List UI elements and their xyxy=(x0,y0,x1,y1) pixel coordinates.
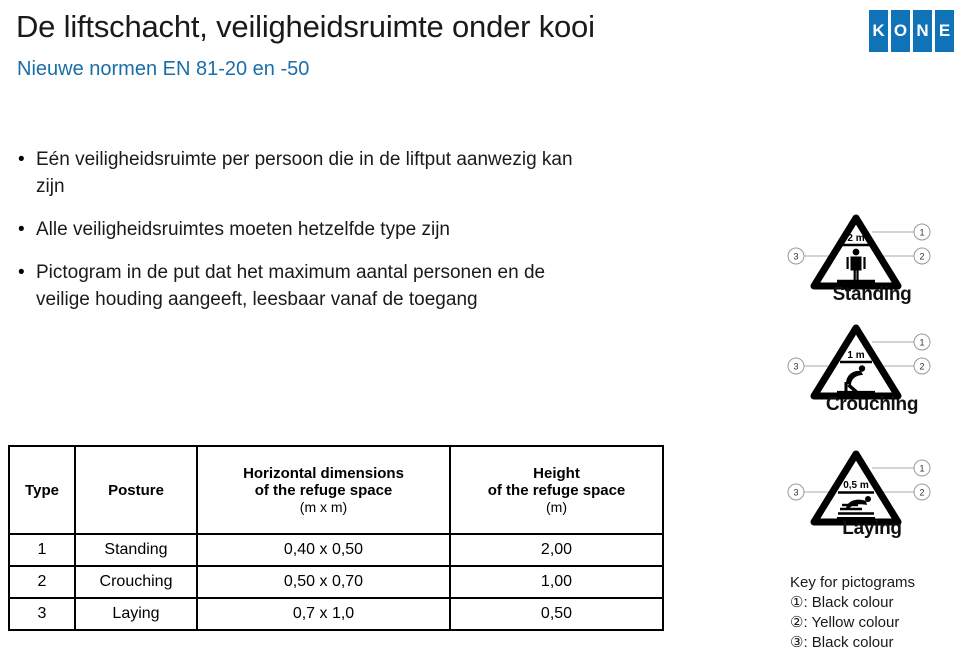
table-header-row: Type Posture Horizontal dimensions of th… xyxy=(8,445,664,535)
callout-3-laying: 3 xyxy=(793,488,798,498)
pictogram-dimension-standing: 2 m xyxy=(847,233,864,244)
refuge-space-table: Type Posture Horizontal dimensions of th… xyxy=(8,445,664,631)
pictogram-crouching: 1 m 1 2 3 Crouching xyxy=(784,322,960,426)
warning-triangle-crouching-icon: 1 m 1 2 3 xyxy=(784,322,960,404)
column-header-horizontal-dimensions: Horizontal dimensions of the refuge spac… xyxy=(196,445,451,535)
cell-posture: Standing xyxy=(74,533,198,567)
warning-triangle-standing-icon: 2 m 1 2 3 xyxy=(784,212,960,294)
page-subtitle: Nieuwe normen EN 81-20 en -50 xyxy=(17,58,310,80)
pictogram-dimension-crouching: 1 m xyxy=(847,350,864,361)
table-row: 3 Laying 0,7 x 1,0 0,50 xyxy=(8,597,664,631)
cell-posture: Laying xyxy=(74,597,198,631)
pictogram-key-line-2: ②: Yellow colour xyxy=(790,614,900,631)
callout-2-laying: 2 xyxy=(919,488,924,498)
bullet-marker-icon: • xyxy=(18,262,25,283)
cell-height: 0,50 xyxy=(449,597,664,631)
pictogram-key-title: Key for pictograms xyxy=(790,574,916,591)
list-item-text: Pictogram in de put dat het maximum aant… xyxy=(36,262,546,310)
cell-height: 1,00 xyxy=(449,565,664,599)
kone-logo: K O N E xyxy=(869,10,954,52)
pictogram-dimension-laying: 0,5 m xyxy=(843,480,869,491)
table-row: 1 Standing 0,40 x 0,50 2,00 xyxy=(8,533,664,567)
column-header-posture: Posture xyxy=(74,445,198,535)
pictogram-label-laying: Laying xyxy=(842,518,902,539)
cell-type: 1 xyxy=(8,533,76,567)
cell-horizontal: 0,7 x 1,0 xyxy=(196,597,451,631)
pictogram-standing: 2 m 1 2 3 Standing xyxy=(784,212,960,316)
bullet-marker-icon: • xyxy=(18,219,25,240)
callout-1-crouching: 1 xyxy=(919,338,924,348)
cell-type: 3 xyxy=(8,597,76,631)
logo-tile-k: K xyxy=(869,10,888,52)
cell-horizontal: 0,50 x 0,70 xyxy=(196,565,451,599)
column-header-height-line1: Height xyxy=(533,464,580,482)
column-header-horizontal-line2: of the refuge space xyxy=(254,481,393,499)
page-title: De liftschacht, veiligheidsruimte onder … xyxy=(16,9,595,44)
table-row: 2 Crouching 0,50 x 0,70 1,00 xyxy=(8,565,664,599)
callout-3-crouching: 3 xyxy=(793,362,798,372)
callout-1-standing: 1 xyxy=(919,228,924,238)
pictogram-key-line-1: ①: Black colour xyxy=(790,594,894,611)
cell-type: 2 xyxy=(8,565,76,599)
callout-3-standing: 3 xyxy=(793,252,798,262)
pictogram-laying: 0,5 m 1 2 3 Laying xyxy=(784,448,960,552)
logo-tile-n: N xyxy=(913,10,932,52)
callout-1-laying: 1 xyxy=(919,464,924,474)
callout-2-crouching: 2 xyxy=(919,362,924,372)
logo-tile-e: E xyxy=(935,10,954,52)
column-header-height-line2: of the refuge space xyxy=(487,481,626,499)
cell-posture: Crouching xyxy=(74,565,198,599)
column-header-height-unit: (m) xyxy=(546,498,567,515)
column-header-height: Height of the refuge space (m) xyxy=(449,445,664,535)
cell-horizontal: 0,40 x 0,50 xyxy=(196,533,451,567)
cell-height: 2,00 xyxy=(449,533,664,567)
column-header-type: Type xyxy=(8,445,76,535)
logo-tile-o: O xyxy=(891,10,910,52)
list-item-text: Eén veiligheidsruimte per persoon die in… xyxy=(36,149,573,197)
list-item: • Eén veiligheidsruimte per persoon die … xyxy=(18,146,578,200)
pictogram-key: Key for pictograms ①: Black colour ②: Ye… xyxy=(790,573,960,653)
column-header-horizontal-unit: (m x m) xyxy=(299,498,348,515)
list-item: • Alle veiligheidsruimtes moeten hetzelf… xyxy=(18,216,578,243)
pictogram-key-line-3: ③: Black colour xyxy=(790,634,894,651)
bullet-marker-icon: • xyxy=(18,149,25,170)
pictogram-label-standing: Standing xyxy=(832,284,912,305)
column-header-horizontal-line1: Horizontal dimensions xyxy=(243,464,404,482)
list-item-text: Alle veiligheidsruimtes moeten hetzelfde… xyxy=(36,219,450,240)
bullet-list: • Eén veiligheidsruimte per persoon die … xyxy=(18,146,578,329)
pictogram-label-crouching: Crouching xyxy=(825,394,919,415)
callout-2-standing: 2 xyxy=(919,252,924,262)
list-item: • Pictogram in de put dat het maximum aa… xyxy=(18,259,578,313)
